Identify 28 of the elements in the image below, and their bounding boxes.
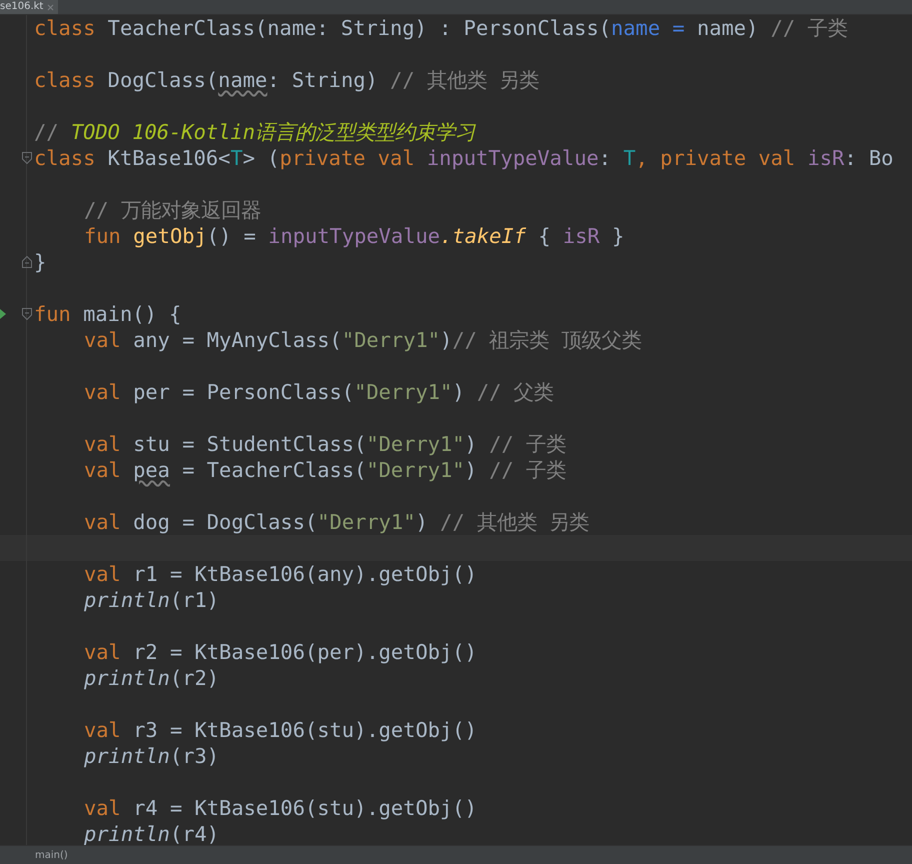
code-line: class KtBase106<T> (private val inputTypeValue: T, private val isR: Bo bbox=[33, 145, 894, 171]
breadcrumb[interactable]: main() bbox=[35, 850, 68, 860]
code-line: val r1 = KtBase106(any).getObj() bbox=[83, 561, 477, 587]
code-line: val pea = TeacherClass("Derry1") // 子类 bbox=[83, 457, 566, 483]
code-line: println(r3) bbox=[83, 743, 220, 769]
code-line: println(r1) bbox=[83, 587, 220, 613]
code-line: val stu = StudentClass("Derry1") // 子类 bbox=[83, 431, 566, 457]
code-line: val per = PersonClass("Derry1") // 父类 bbox=[83, 379, 554, 405]
code-line: val r3 = KtBase106(stu).getObj() bbox=[83, 717, 477, 743]
code-line: val r2 = KtBase106(per).getObj() bbox=[83, 639, 477, 665]
code-line: // TODO 106-Kotlin语言的泛型类型约束学习 bbox=[33, 119, 475, 145]
code-line: val dog = DogClass("Derry1") // 其他类 另类 bbox=[83, 509, 590, 535]
close-icon[interactable] bbox=[47, 4, 54, 10]
code-line: val r4 = KtBase106(stu).getObj() bbox=[83, 795, 477, 821]
code-line: fun getObj() = inputTypeValue.takeIf { isR } bbox=[83, 223, 624, 249]
file-tab[interactable]: se106.kt bbox=[0, 0, 58, 14]
code-line: println(r2) bbox=[83, 665, 220, 691]
code-line: // 万能对象返回器 bbox=[83, 197, 261, 223]
code-line: class DogClass(name: String) // 其他类 另类 bbox=[33, 67, 540, 93]
code-line: fun main() { bbox=[33, 301, 182, 327]
code-line: class TeacherClass(name: String) : PersonClass(name = name) // 子类 bbox=[33, 15, 848, 41]
code-line: val any = MyAnyClass("Derry1")// 祖宗类 顶级父类 bbox=[83, 327, 642, 353]
fold-icon[interactable] bbox=[22, 152, 32, 164]
code-line: } bbox=[33, 249, 46, 275]
run-icon[interactable] bbox=[0, 309, 6, 319]
fold-icon[interactable] bbox=[22, 256, 32, 268]
code-line: println(r4) bbox=[83, 821, 220, 845]
fold-icon[interactable] bbox=[22, 308, 32, 320]
